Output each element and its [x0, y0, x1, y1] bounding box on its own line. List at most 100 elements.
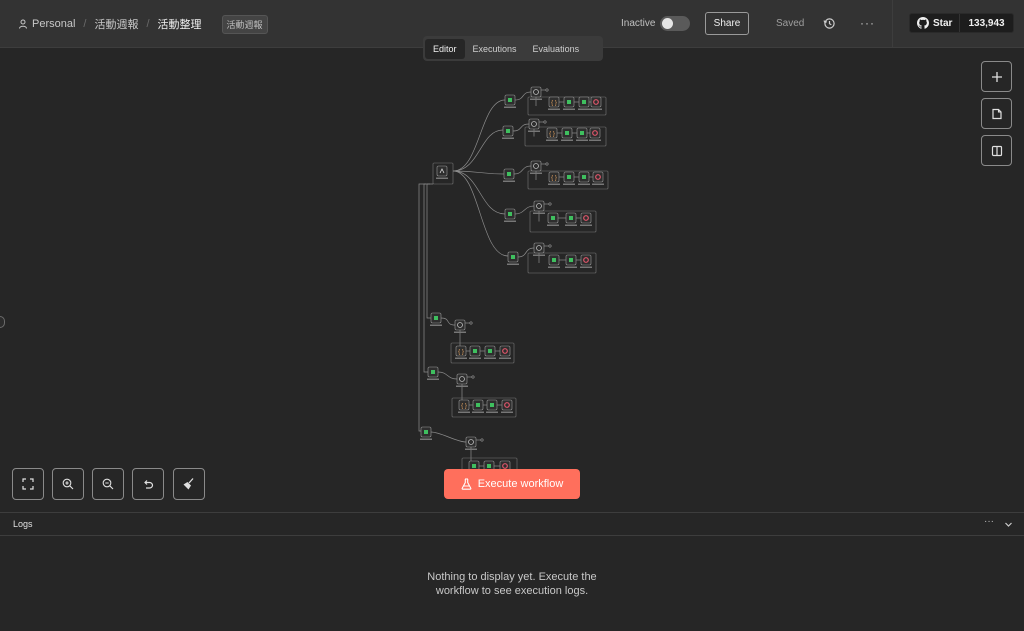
node-output-handle: [545, 162, 549, 166]
tidy-up-icon: [183, 478, 194, 490]
node-label-placeholder: [504, 220, 516, 222]
node-label-placeholder: [507, 263, 519, 265]
add-sticky-note-button[interactable]: [981, 98, 1012, 129]
workflow-node: [589, 127, 601, 139]
node-label-placeholder: [592, 183, 604, 185]
node-status-icon: [511, 255, 515, 259]
zoom-in-icon: [62, 478, 74, 490]
node-status-icon: [487, 464, 491, 468]
flask-icon: [461, 478, 472, 490]
node-label-placeholder: [455, 357, 467, 359]
node-label-placeholder: [590, 108, 602, 110]
node-label-placeholder: [548, 266, 560, 268]
node-label-placeholder: [565, 224, 577, 226]
zoom-out-button[interactable]: [92, 468, 124, 500]
workflow-name[interactable]: 活動整理: [158, 16, 202, 32]
undo-button[interactable]: [132, 468, 164, 500]
workflow-node: [465, 436, 477, 448]
saved-status: Saved: [776, 18, 805, 29]
execute-workflow-button[interactable]: Execute workflow: [444, 469, 580, 499]
workflow-node: [592, 171, 604, 183]
add-node-button[interactable]: [981, 61, 1012, 92]
connection-line: [437, 371, 458, 380]
undo-icon: [144, 480, 154, 489]
active-toggle[interactable]: [660, 16, 690, 31]
node-output-handle: [548, 202, 552, 206]
node-status-icon: [508, 98, 512, 102]
node-status-icon: [580, 131, 584, 135]
node-status-icon: [565, 131, 569, 135]
connection-line: [513, 165, 532, 175]
node-status-icon: [507, 172, 511, 176]
node-output-handle: [480, 438, 484, 442]
chevron-down-icon[interactable]: [1004, 520, 1013, 529]
breadcrumb-folder[interactable]: 活動週報: [94, 16, 138, 32]
node-status-icon: [488, 349, 492, 353]
node-label-placeholder: [561, 139, 573, 141]
logs-title: Logs: [13, 519, 33, 529]
node-label-placeholder: [430, 324, 442, 326]
node-code-icon: { }: [458, 349, 464, 355]
sticky-note-icon: [991, 108, 1002, 119]
github-star-count[interactable]: 133,943: [960, 14, 1012, 32]
github-icon: [917, 17, 929, 29]
breadcrumb: Personal / 活動週報 / 活動整理 活動週報: [18, 0, 268, 48]
node-label-placeholder: [465, 448, 477, 450]
node-label-placeholder: [578, 108, 590, 110]
node-output-handle: [545, 88, 549, 92]
logs-panel-header[interactable]: Logs ···: [0, 512, 1024, 536]
node-label-placeholder: [528, 130, 540, 132]
node-label-placeholder: [456, 385, 468, 387]
github-star-label: Star: [933, 17, 953, 29]
connection-line: [452, 170, 506, 215]
node-label-placeholder: [486, 411, 498, 413]
node-output-handle: [543, 120, 547, 124]
node-output-handle: [548, 244, 552, 248]
panel-icon: [991, 145, 1002, 156]
fit-view-icon: [22, 478, 34, 490]
node-label-placeholder: [580, 266, 592, 268]
node-label-placeholder: [504, 106, 516, 108]
node-label-placeholder: [563, 108, 575, 110]
workflow-node: [533, 200, 545, 212]
node-status-icon: [567, 175, 571, 179]
workflow-node: [533, 242, 545, 254]
node-label-placeholder: [469, 357, 481, 359]
node-label-placeholder: [578, 183, 590, 185]
node-label-placeholder: [580, 224, 592, 226]
history-icon[interactable]: [823, 17, 836, 30]
breadcrumb-owner[interactable]: Personal: [32, 18, 75, 30]
toggle-panel-button[interactable]: [981, 135, 1012, 166]
zoom-out-icon: [102, 478, 114, 490]
logs-empty-message: Nothing to display yet. Execute the work…: [427, 571, 597, 597]
connection-line: [426, 183, 433, 319]
share-button[interactable]: Share: [705, 12, 749, 35]
logs-more-icon[interactable]: ···: [984, 516, 994, 527]
zoom-in-button[interactable]: [52, 468, 84, 500]
node-status-icon: [434, 316, 438, 320]
github-star-button[interactable]: Star: [910, 14, 961, 32]
tidy-up-button[interactable]: [173, 468, 205, 500]
workflow-node: [456, 373, 468, 385]
workflow-node: [454, 319, 466, 331]
github-star-widget[interactable]: Star 133,943: [909, 13, 1014, 33]
node-label-placeholder: [576, 139, 588, 141]
node-status-icon: [569, 258, 573, 262]
workflow-tag[interactable]: 活動週報: [221, 14, 268, 34]
fit-view-button[interactable]: [12, 468, 44, 500]
workflow-node: [528, 118, 540, 130]
node-label-placeholder: [533, 212, 545, 214]
node-label-placeholder: [589, 139, 601, 141]
node-label-placeholder: [458, 411, 470, 413]
node-label-placeholder: [454, 331, 466, 333]
workflow-node: [499, 345, 511, 357]
node-output-handle: [469, 321, 473, 325]
workflow-canvas[interactable]: { } { } { } { } { }: [0, 49, 1024, 511]
more-options-icon[interactable]: ···: [860, 16, 875, 30]
node-label-placeholder: [427, 378, 439, 380]
node-label-placeholder: [565, 266, 577, 268]
plus-icon: [991, 71, 1002, 82]
node-label-placeholder: [484, 357, 496, 359]
breadcrumb-separator: /: [146, 18, 150, 30]
node-status-icon: [473, 349, 477, 353]
